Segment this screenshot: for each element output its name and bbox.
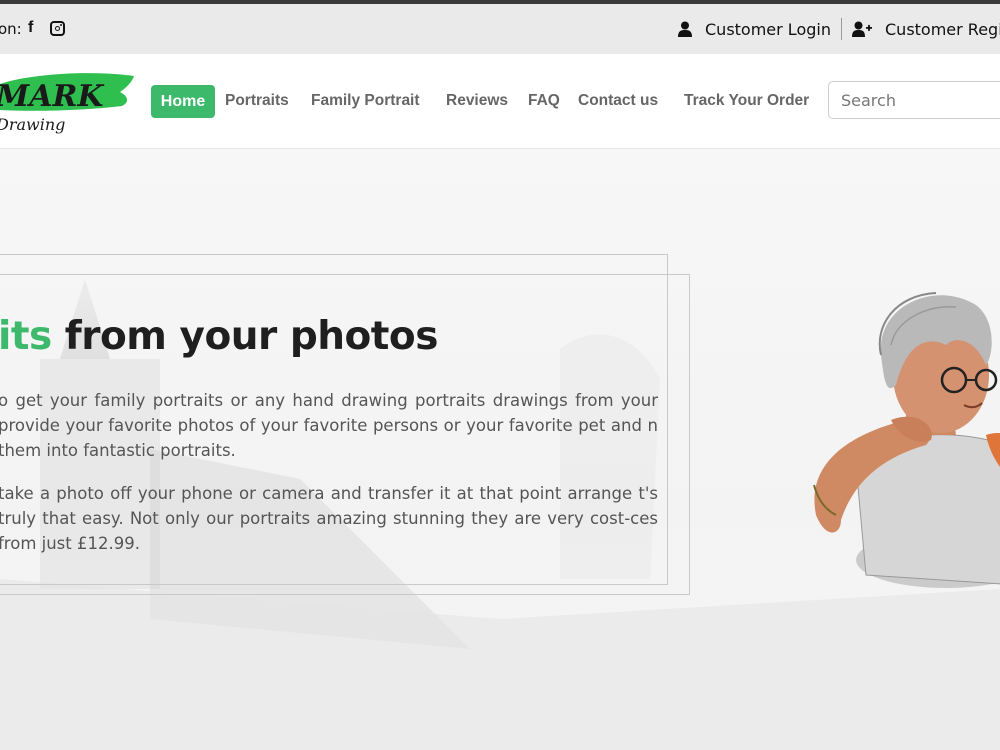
nav-item-contact-us[interactable]: Contact us — [578, 92, 658, 110]
hero-section: its from your photos o get your family p… — [0, 149, 1000, 750]
nav-item-family-portrait[interactable]: Family Portrait — [311, 92, 420, 110]
hero-headline-accent: its — [0, 314, 52, 359]
hero-headline-rest: from your photos — [51, 314, 439, 359]
user-icon — [678, 21, 692, 37]
hero-headline: its from your photos — [0, 314, 438, 359]
nav-item-portraits[interactable]: Portraits — [225, 92, 289, 110]
nav-item-home[interactable]: Home — [151, 85, 215, 118]
top-bar: on: f Customer Login Customer Regi — [0, 4, 1000, 54]
portrait-illustration — [813, 292, 1000, 588]
nav-item-faq[interactable]: FAQ — [528, 92, 560, 110]
customer-register-link[interactable]: Customer Regi — [885, 20, 1000, 39]
customer-login-link[interactable]: Customer Login — [705, 20, 831, 39]
main-navbar: MARK Drawing Home Portraits Family Portr… — [0, 54, 1000, 149]
follow-label: on: — [0, 20, 22, 38]
nav-item-reviews[interactable]: Reviews — [446, 92, 508, 110]
search-input[interactable] — [828, 81, 1000, 119]
hero-paragraph-2: take a photo off your phone or camera an… — [0, 484, 658, 553]
topbar-divider — [841, 18, 842, 40]
logo-subtext: Drawing — [0, 115, 65, 134]
logo-text: MARK — [0, 79, 105, 114]
hero-paragraph-1: o get your family portraits or any hand … — [0, 391, 658, 460]
nav-item-track-order[interactable]: Track Your Order — [684, 92, 809, 110]
user-plus-icon — [852, 21, 872, 37]
site-logo[interactable]: MARK Drawing — [0, 66, 140, 136]
facebook-icon[interactable]: f — [28, 19, 33, 37]
instagram-icon[interactable] — [50, 21, 65, 36]
